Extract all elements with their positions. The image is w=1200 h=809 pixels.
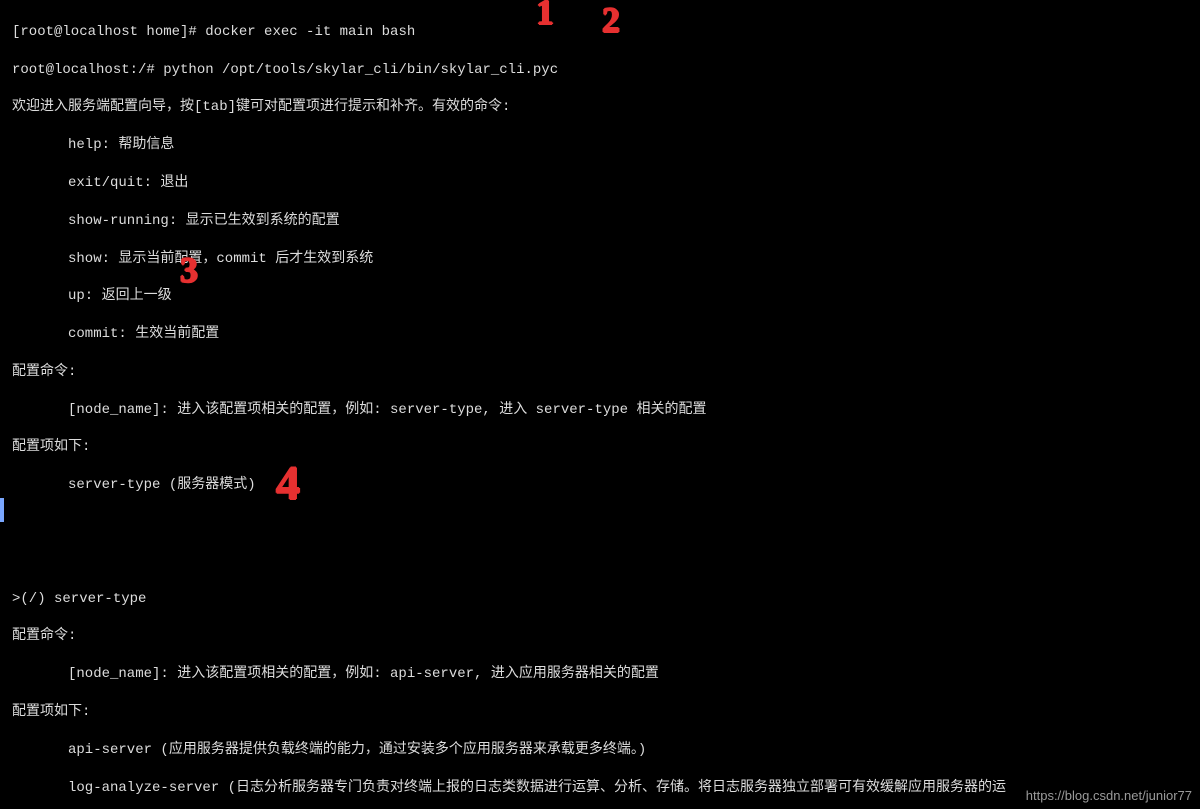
api-server-item: api-server (应用服务器提供负载终端的能力，通过安装多个应用服务器来承… (12, 741, 1194, 760)
exit-line: exit/quit: 退出 (12, 174, 1194, 193)
terminal-output[interactable]: [root@localhost home]# docker exec -it m… (0, 0, 1200, 809)
config-cmd-label-2: 配置命令: (12, 627, 1194, 646)
blank-line (12, 552, 1194, 571)
prompt-line-1: [root@localhost home]# docker exec -it m… (12, 23, 1194, 42)
prompt-server-type: >(/) server-type (12, 590, 1194, 609)
config-items-label-2: 配置项如下: (12, 703, 1194, 722)
selection-strip (0, 498, 4, 522)
show-running-line: show-running: 显示已生效到系统的配置 (12, 212, 1194, 231)
config-cmd-label-1: 配置命令: (12, 363, 1194, 382)
log-analyze-server-item: log-analyze-server (日志分析服务器专门负责对终端上报的日志类… (12, 779, 1194, 798)
commit-line: commit: 生效当前配置 (12, 325, 1194, 344)
node-name-hint-1: [node_name]: 进入该配置项相关的配置，例如: server-type… (12, 401, 1194, 420)
welcome-line: 欢迎进入服务端配置向导，按[tab]键可对配置项进行提示和补齐。有效的命令: (12, 98, 1194, 117)
prompt-line-2: root@localhost:/# python /opt/tools/skyl… (12, 61, 1194, 80)
show-line: show: 显示当前配置，commit 后才生效到系统 (12, 250, 1194, 269)
config-items-label-1: 配置项如下: (12, 438, 1194, 457)
server-type-item: server-type (服务器模式) (12, 476, 1194, 495)
blank-line (12, 514, 1194, 533)
up-line: up: 返回上一级 (12, 287, 1194, 306)
node-name-hint-2: [node_name]: 进入该配置项相关的配置，例如: api-server,… (12, 665, 1194, 684)
help-line: help: 帮助信息 (12, 136, 1194, 155)
watermark-text: https://blog.csdn.net/junior77 (1026, 787, 1192, 805)
